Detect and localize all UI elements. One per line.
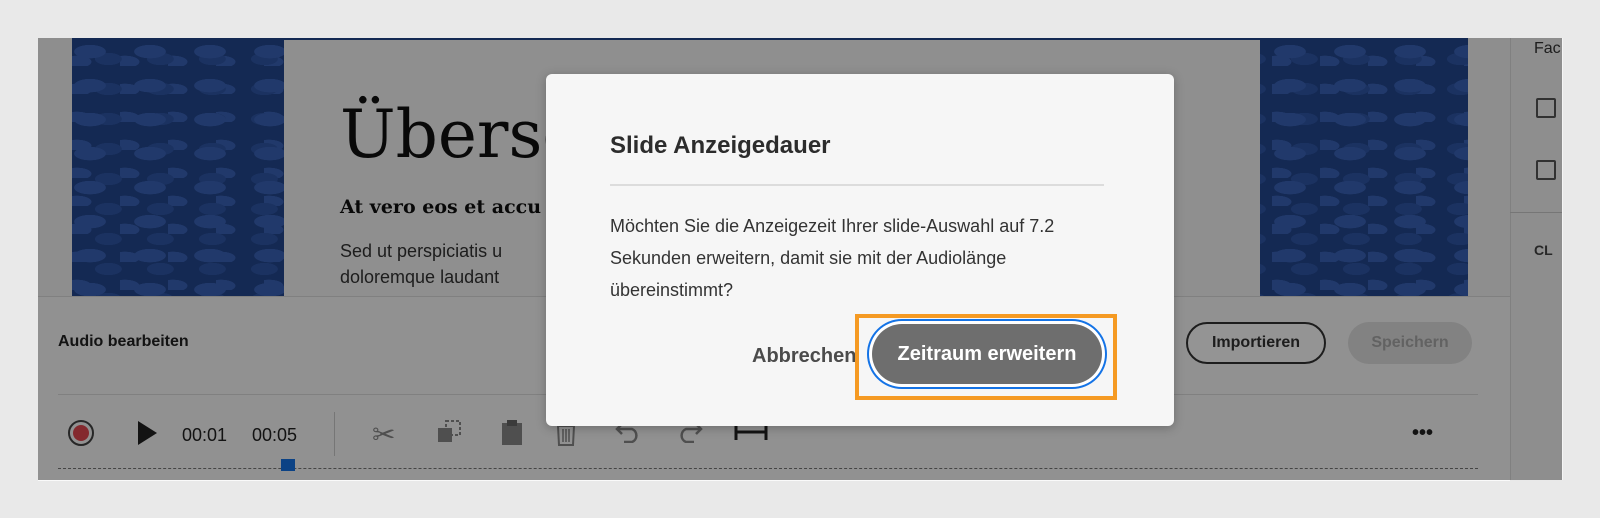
highlight-box [855, 314, 1117, 400]
dialog-message: Möchten Sie die Anzeigezeit Ihrer slide-… [610, 216, 1055, 300]
dialog-divider [610, 184, 1104, 186]
cancel-button[interactable]: Abbrechen [752, 336, 856, 376]
dialog-title: Slide Anzeigedauer [610, 132, 831, 159]
